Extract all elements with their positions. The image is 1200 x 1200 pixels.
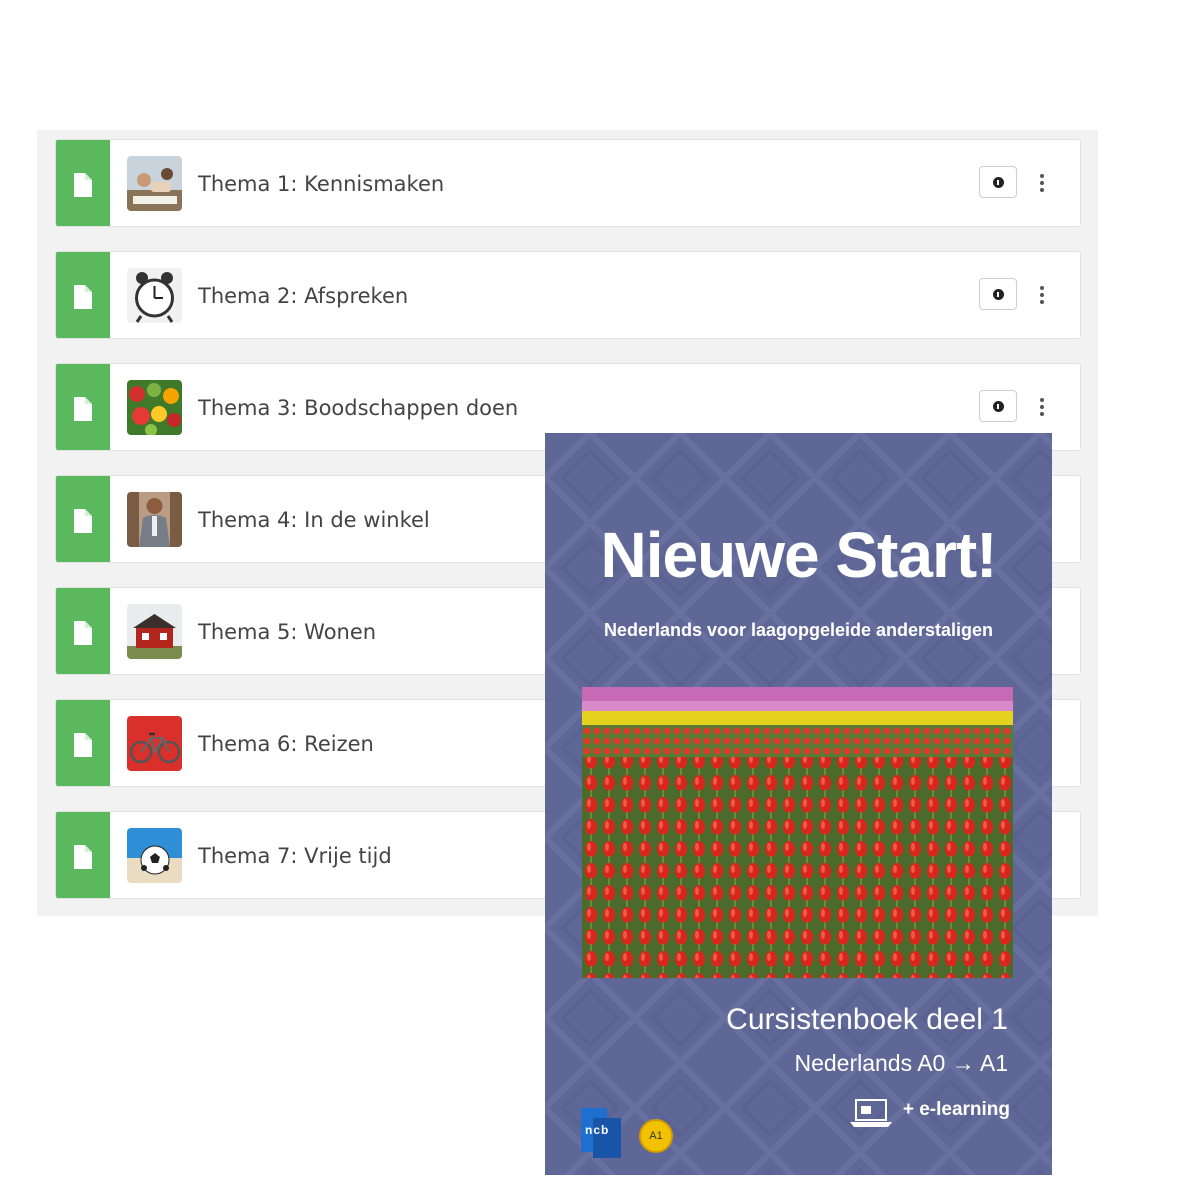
info-button[interactable]	[979, 390, 1017, 422]
vegetables-photo-icon	[127, 380, 182, 435]
info-icon	[992, 288, 1004, 300]
book-cover: Nieuwe Start! Nederlands voor laagopgele…	[545, 433, 1052, 1175]
file-type-stripe	[56, 700, 110, 786]
info-button[interactable]	[979, 278, 1017, 310]
file-icon	[74, 733, 92, 757]
file-icon	[74, 173, 92, 197]
file-type-stripe	[56, 588, 110, 674]
book-level-title: Cursistenboek deel 1	[726, 1003, 1008, 1036]
elearning-label: + e-learning	[902, 1099, 1010, 1120]
item-title[interactable]: Thema 6: Reizen	[198, 700, 374, 786]
file-type-stripe	[56, 252, 110, 338]
item-title[interactable]: Thema 7: Vrije tijd	[198, 812, 392, 898]
tulip-field-photo	[582, 687, 1013, 978]
alarm-clock-photo-icon	[127, 268, 182, 323]
book-subtitle: Nederlands voor laagopgeleide anderstali…	[603, 620, 994, 640]
info-icon	[992, 400, 1004, 412]
meeting-photo-icon	[127, 156, 182, 211]
file-type-stripe	[56, 476, 110, 562]
file-type-stripe	[56, 364, 110, 450]
more-options-button[interactable]	[1036, 396, 1048, 418]
item-title[interactable]: Thema 4: In de winkel	[198, 476, 430, 562]
book-title: Nieuwe Start!	[600, 519, 998, 591]
file-type-stripe	[56, 140, 110, 226]
file-icon	[74, 845, 92, 869]
item-title[interactable]: Thema 3: Boodschappen doen	[198, 364, 518, 450]
file-type-stripe	[56, 812, 110, 898]
list-item[interactable]: Thema 1: Kennismaken	[55, 139, 1081, 227]
file-icon	[74, 621, 92, 645]
info-button[interactable]	[979, 166, 1017, 198]
publisher-logo-text: ncb	[585, 1123, 610, 1137]
item-title[interactable]: Thema 1: Kennismaken	[198, 140, 444, 226]
item-title[interactable]: Thema 5: Wonen	[198, 588, 376, 674]
info-icon	[992, 176, 1004, 188]
book-level-range: Nederlands A0 → A1	[794, 1050, 1008, 1076]
football-photo-icon	[127, 828, 182, 883]
level-badge: A1	[639, 1119, 673, 1153]
file-icon	[74, 397, 92, 421]
item-title[interactable]: Thema 2: Afspreken	[198, 252, 408, 338]
file-icon	[74, 285, 92, 309]
file-icon	[74, 509, 92, 533]
shop-assistant-photo-icon	[127, 492, 182, 547]
bicycle-photo-icon	[127, 716, 182, 771]
laptop-icon	[850, 1099, 892, 1127]
house-photo-icon	[127, 604, 182, 659]
more-options-button[interactable]	[1036, 284, 1048, 306]
more-options-button[interactable]	[1036, 172, 1048, 194]
list-item[interactable]: Thema 2: Afspreken	[55, 251, 1081, 339]
